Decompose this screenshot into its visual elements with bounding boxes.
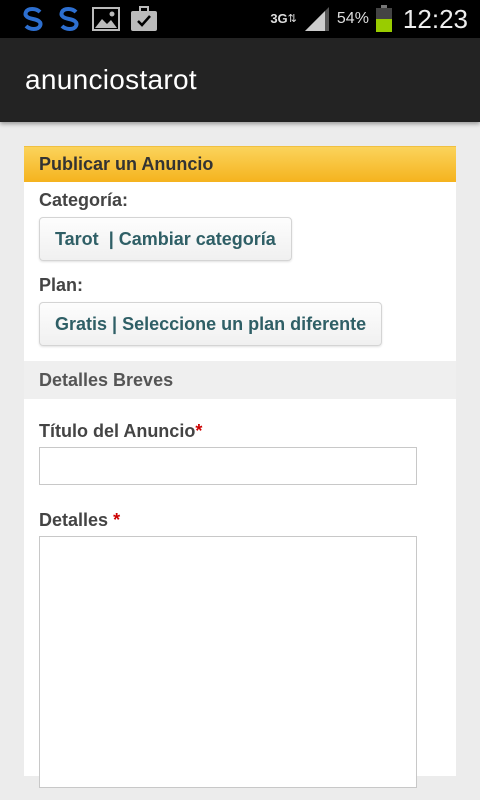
system-indicators: 3G ⇅ 54% 12:23 xyxy=(264,4,468,35)
plan-value: Gratis xyxy=(55,313,108,334)
change-category-link[interactable]: | Cambiar categoría xyxy=(109,229,276,250)
action-bar: anunciostarot xyxy=(0,38,480,122)
clock: 12:23 xyxy=(402,3,468,34)
signal-icon xyxy=(303,6,331,32)
data-arrows-icon: ⇅ xyxy=(287,13,297,25)
required-mark: * xyxy=(113,510,121,530)
link-icon xyxy=(56,6,82,32)
change-plan-link[interactable]: | Seleccione un plan diferente xyxy=(112,314,366,335)
status-bar: 3G ⇅ 54% 12:23 xyxy=(0,0,480,38)
category-value: Tarot xyxy=(55,228,99,249)
post-ad-form: Publicar un Anuncio Categoría: Tarot | C… xyxy=(24,146,456,788)
battery-icon xyxy=(375,5,393,33)
briefcase-check-icon xyxy=(130,6,158,32)
ad-title-input[interactable] xyxy=(39,447,417,485)
link-icon xyxy=(20,6,46,32)
ad-title-label: Título del Anuncio* xyxy=(39,421,203,441)
network-type: 3G ⇅ xyxy=(270,11,297,26)
plan-label: Plan: xyxy=(39,275,84,295)
details-textarea[interactable] xyxy=(39,536,417,788)
category-selector-button[interactable]: Tarot | Cambiar categoría xyxy=(39,217,292,261)
required-mark: * xyxy=(195,421,203,441)
details-label: Detalles * xyxy=(39,510,121,530)
details-section-header: Detalles Breves xyxy=(24,361,456,399)
category-label: Categoría: xyxy=(39,190,129,210)
form-header: Publicar un Anuncio xyxy=(24,146,456,182)
battery-percent: 54% xyxy=(336,10,369,27)
notification-icons xyxy=(20,6,168,32)
image-icon xyxy=(92,7,120,31)
app-title: anunciostarot xyxy=(25,64,198,95)
plan-selector-button[interactable]: Gratis | Seleccione un plan diferente xyxy=(39,302,383,346)
